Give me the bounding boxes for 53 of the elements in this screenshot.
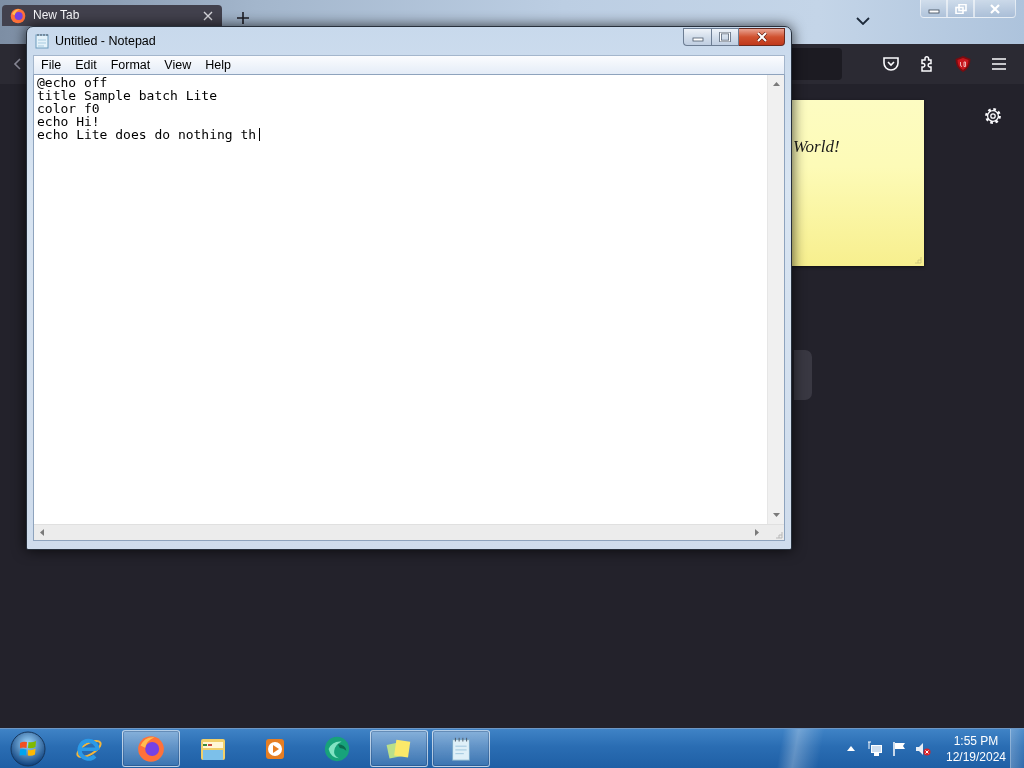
swirl-sphere-icon [323, 734, 351, 763]
taskbar-button[interactable] [122, 730, 180, 767]
scroll-down-icon[interactable] [772, 513, 780, 517]
scroll-up-icon[interactable] [772, 82, 780, 86]
close-icon [203, 10, 213, 21]
orb-icon [10, 730, 46, 767]
close-icon [989, 3, 1001, 14]
close-tab-button[interactable] [202, 9, 214, 22]
plus-icon [237, 12, 249, 24]
text-line: @echo off [37, 76, 108, 89]
address-field[interactable] [792, 48, 842, 80]
network-icon[interactable] [867, 740, 883, 757]
tile-edge [794, 350, 812, 400]
menu-item[interactable]: Help [198, 57, 238, 73]
fox-globe-icon [137, 734, 165, 763]
text-line: echo Hi! [37, 115, 100, 128]
flag-icon[interactable] [891, 740, 907, 757]
close-icon [754, 32, 769, 42]
restore-icon [954, 3, 967, 14]
vertical-scrollbar[interactable] [767, 75, 784, 524]
taskbar-button[interactable] [432, 730, 490, 767]
maximize-button[interactable] [711, 28, 739, 46]
clock[interactable]: 1:55 PM 12/19/2024 [944, 732, 1008, 765]
notepad-icon [35, 33, 49, 49]
chevron-down-icon [856, 17, 870, 25]
show-hidden-icons-icon[interactable] [847, 746, 855, 751]
scroll-left-icon[interactable] [40, 529, 44, 536]
maximize-icon [718, 32, 732, 42]
horizontal-scrollbar[interactable] [34, 524, 767, 540]
close-button[interactable] [739, 28, 785, 46]
menu-item[interactable]: Edit [68, 57, 104, 73]
chevron-shield-icon[interactable] [882, 55, 900, 73]
browser-tab[interactable]: New Tab [2, 5, 222, 26]
text-line: color f0 [37, 102, 100, 115]
list-tabs-button[interactable] [856, 17, 870, 25]
window-title: Untitled - Notepad [55, 33, 156, 49]
menu-icon[interactable] [990, 55, 1008, 73]
menu-item[interactable]: View [157, 57, 199, 73]
scroll-right-icon[interactable] [755, 529, 759, 536]
note-text: World! [793, 137, 840, 156]
text-line: title Sample batch Lite [37, 89, 217, 102]
resize-grip-icon[interactable] [774, 530, 783, 539]
taskbar-button[interactable] [370, 730, 428, 767]
settings-icon[interactable] [984, 107, 1002, 125]
resize-grip-icon[interactable] [914, 256, 922, 264]
menu-item[interactable]: File [34, 57, 69, 73]
text-cursor-icon [259, 128, 261, 141]
fox-globe-icon [10, 7, 26, 24]
text-line: echo Lite does do nothing th [37, 128, 257, 141]
new-tab-button[interactable] [236, 12, 250, 24]
shield-icon[interactable] [954, 55, 972, 73]
minimize-button[interactable] [683, 28, 711, 46]
menu-item[interactable]: Format [103, 57, 158, 73]
